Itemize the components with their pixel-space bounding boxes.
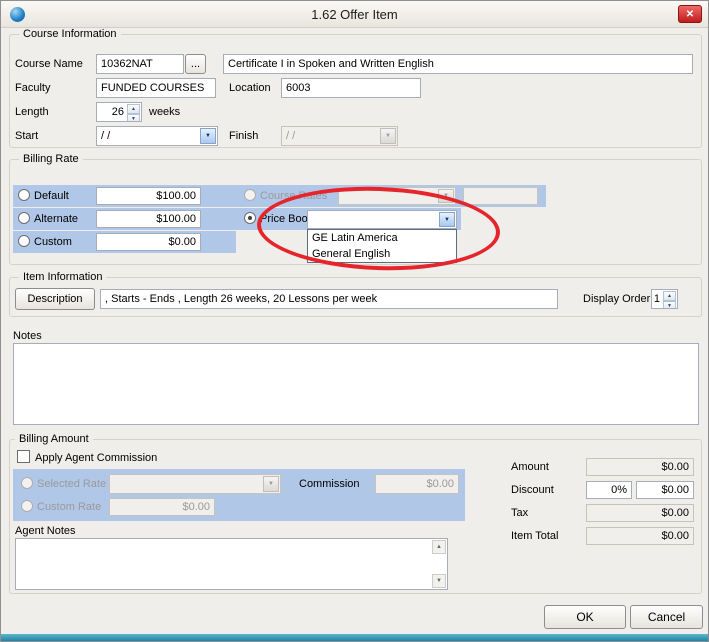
course-rates-amount-input bbox=[463, 187, 538, 205]
amount-label: Amount bbox=[511, 461, 549, 473]
tax-field: $0.00 bbox=[586, 504, 694, 522]
scroll-down-icon[interactable]: ▼ bbox=[432, 574, 446, 588]
chevron-down-icon: ▼ bbox=[438, 189, 454, 203]
course-rates-radio-label: Course Rates bbox=[260, 190, 327, 202]
agent-notes-input[interactable]: ▲ ▼ bbox=[15, 538, 448, 590]
course-title-input[interactable]: Certificate I in Spoken and Written Engl… bbox=[223, 54, 693, 74]
dropdown-option-ge-latin-america[interactable]: GE Latin America bbox=[308, 230, 456, 246]
course-name-input[interactable]: 10362NAT bbox=[96, 54, 184, 74]
selected-rate-radio-label: Selected Rate bbox=[37, 478, 106, 490]
course-information-label: Course Information bbox=[19, 28, 121, 40]
display-order-label: Display Order bbox=[583, 293, 650, 305]
offer-item-dialog: 1.62 Offer Item ✕ Course Information Cou… bbox=[0, 0, 709, 642]
chevron-down-icon: ▼ bbox=[380, 128, 396, 144]
item-information-label: Item Information bbox=[19, 271, 106, 283]
dropdown-option-general-english[interactable]: General English bbox=[308, 246, 456, 262]
price-book-dropdown-list: GE Latin America General English bbox=[307, 229, 457, 263]
location-input[interactable]: 6003 bbox=[281, 78, 421, 98]
spinner-down-icon[interactable]: ▼ bbox=[663, 301, 676, 309]
spinner-up-icon[interactable]: ▲ bbox=[127, 104, 140, 114]
display-order-input[interactable]: 1 ▲▼ bbox=[651, 289, 678, 309]
course-rates-radio bbox=[244, 189, 256, 201]
amount-field: $0.00 bbox=[586, 458, 694, 476]
faculty-label: Faculty bbox=[15, 82, 50, 94]
chevron-down-icon[interactable]: ▼ bbox=[200, 128, 216, 144]
length-input[interactable]: 26 ▲▼ bbox=[96, 102, 142, 122]
faculty-input[interactable]: FUNDED COURSES bbox=[96, 78, 216, 98]
agent-notes-label: Agent Notes bbox=[15, 525, 76, 537]
default-radio[interactable] bbox=[18, 189, 30, 201]
alternate-radio[interactable] bbox=[18, 212, 30, 224]
item-total-field: $0.00 bbox=[586, 527, 694, 545]
apply-agent-commission-checkbox[interactable] bbox=[17, 450, 30, 463]
discount-label: Discount bbox=[511, 484, 554, 496]
alternate-radio-label: Alternate bbox=[34, 213, 78, 225]
window-bottom-edge bbox=[1, 634, 708, 641]
description-button[interactable]: Description bbox=[15, 288, 95, 310]
discount-amount-input[interactable]: $0.00 bbox=[636, 481, 694, 499]
item-total-label: Item Total bbox=[511, 530, 559, 542]
notes-input[interactable] bbox=[13, 343, 699, 425]
custom-radio[interactable] bbox=[18, 235, 30, 247]
app-icon bbox=[10, 7, 25, 22]
spinner-up-icon[interactable]: ▲ bbox=[663, 291, 676, 301]
notes-label: Notes bbox=[13, 330, 42, 342]
chevron-down-icon[interactable]: ▼ bbox=[439, 212, 455, 227]
display-order-spinner[interactable]: ▲▼ bbox=[663, 291, 676, 307]
length-label: Length bbox=[15, 106, 49, 118]
commission-label: Commission bbox=[299, 478, 360, 490]
course-rates-combo: ▼ bbox=[338, 187, 456, 205]
custom-radio-label: Custom bbox=[34, 236, 72, 248]
start-label: Start bbox=[15, 130, 38, 142]
discount-percent-input[interactable]: 0% bbox=[586, 481, 632, 499]
custom-rate-amount-input: $0.00 bbox=[109, 498, 215, 516]
default-rate-input[interactable]: $100.00 bbox=[96, 187, 201, 205]
custom-rate-input[interactable]: $0.00 bbox=[96, 233, 201, 251]
start-date-combo[interactable]: / / ▼ bbox=[96, 126, 218, 146]
selected-rate-combo: ▼ bbox=[109, 474, 281, 494]
titlebar: 1.62 Offer Item ✕ bbox=[1, 1, 708, 28]
tax-label: Tax bbox=[511, 507, 528, 519]
dialog-title: 1.62 Offer Item bbox=[311, 7, 397, 22]
weeks-label: weeks bbox=[149, 106, 180, 118]
scroll-up-icon[interactable]: ▲ bbox=[432, 540, 446, 554]
spinner-down-icon[interactable]: ▼ bbox=[127, 114, 140, 122]
close-button[interactable]: ✕ bbox=[678, 5, 702, 23]
description-input[interactable]: , Starts - Ends , Length 26 weeks, 20 Le… bbox=[100, 289, 558, 309]
custom-rate-radio-label: Custom Rate bbox=[37, 501, 101, 513]
location-label: Location bbox=[229, 82, 271, 94]
cancel-button[interactable]: Cancel bbox=[630, 605, 703, 629]
finish-label: Finish bbox=[229, 130, 258, 142]
scrollbar[interactable]: ▲ ▼ bbox=[431, 539, 447, 589]
selected-rate-radio bbox=[21, 477, 33, 489]
commission-input: $0.00 bbox=[375, 474, 459, 494]
course-name-browse-button[interactable]: ... bbox=[185, 54, 206, 74]
alternate-rate-input[interactable]: $100.00 bbox=[96, 210, 201, 228]
billing-amount-label: Billing Amount bbox=[15, 433, 93, 445]
course-name-label: Course Name bbox=[15, 58, 83, 70]
finish-date-combo: / / ▼ bbox=[281, 126, 398, 146]
custom-rate-radio bbox=[21, 500, 33, 512]
price-book-radio-label: Price Book bbox=[260, 213, 313, 225]
apply-agent-commission-label: Apply Agent Commission bbox=[35, 452, 157, 464]
chevron-down-icon: ▼ bbox=[263, 476, 279, 492]
default-radio-label: Default bbox=[34, 190, 69, 202]
billing-rate-label: Billing Rate bbox=[19, 153, 83, 165]
ok-button[interactable]: OK bbox=[544, 605, 626, 629]
price-book-combo[interactable]: ▼ bbox=[307, 210, 457, 229]
price-book-radio[interactable] bbox=[244, 212, 256, 224]
length-spinner[interactable]: ▲▼ bbox=[127, 104, 140, 120]
